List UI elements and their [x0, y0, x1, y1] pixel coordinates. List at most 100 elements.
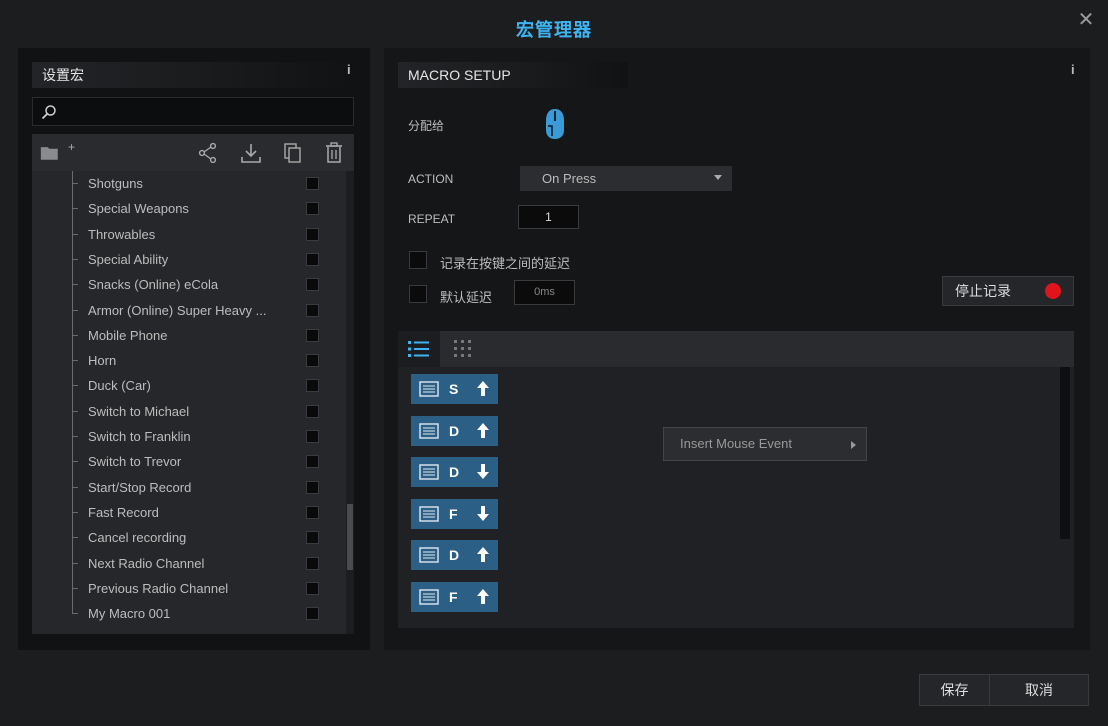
insert-mouse-event-label: Insert Mouse Event	[680, 436, 792, 451]
macro-item-checkbox[interactable]	[306, 177, 319, 190]
arrow-up-icon	[477, 381, 489, 396]
macro-item-label: Fast Record	[88, 504, 159, 520]
list-item[interactable]: Next Radio Channel	[32, 551, 342, 576]
macro-item-checkbox[interactable]	[306, 404, 319, 418]
events-scrollbar[interactable]	[1060, 367, 1070, 539]
mouse-icon[interactable]	[544, 108, 566, 140]
list-item[interactable]: Previous Radio Channel	[32, 576, 342, 601]
macro-item-checkbox[interactable]	[306, 531, 319, 545]
tree-connector-tick	[72, 183, 78, 184]
macro-item-label: Throwables	[88, 226, 156, 242]
list-item[interactable]: Throwables	[32, 222, 342, 247]
macro-item-label: Shotguns	[88, 176, 143, 191]
close-icon[interactable]: ✕	[1076, 10, 1096, 30]
macro-event-key: S	[449, 381, 459, 397]
macro-item-label: Cancel recording	[88, 530, 187, 546]
macro-item-checkbox[interactable]	[306, 202, 319, 216]
folder-add-icon[interactable]	[40, 142, 62, 164]
info-icon[interactable]: i	[1071, 62, 1075, 77]
stop-record-button[interactable]: 停止记录	[942, 276, 1074, 306]
macro-item-checkbox[interactable]	[306, 556, 319, 570]
list-item[interactable]: Mobile Phone	[32, 323, 342, 348]
macro-event[interactable]: D	[411, 457, 498, 488]
list-item[interactable]: Shotguns	[32, 171, 342, 196]
macro-item-checkbox[interactable]	[306, 278, 319, 292]
list-item[interactable]: Switch to Trevor	[32, 449, 342, 474]
macro-item-label: Mobile Phone	[88, 327, 168, 343]
macro-item-checkbox[interactable]	[306, 354, 319, 368]
macro-item-checkbox[interactable]	[306, 455, 319, 469]
info-icon[interactable]: i	[347, 62, 351, 77]
macro-item-label: Special Ability	[88, 251, 169, 267]
macro-item-label: Previous Radio Channel	[88, 580, 229, 596]
macro-item-label: Duck (Car)	[88, 378, 151, 394]
save-button[interactable]: 保存	[919, 674, 990, 706]
list-item[interactable]: Special Weapons	[32, 196, 342, 221]
trash-icon[interactable]	[323, 142, 345, 164]
macro-event[interactable]: D	[411, 540, 498, 571]
insert-mouse-event-button[interactable]: Insert Mouse Event	[663, 427, 867, 461]
list-view-icon	[408, 341, 429, 357]
macro-item-checkbox[interactable]	[306, 581, 319, 595]
list-item[interactable]: Special Ability	[32, 247, 342, 272]
arrow-down-icon	[477, 505, 489, 521]
chevron-right-icon	[851, 441, 856, 449]
macro-item-label: Armor (Online) Super Heavy ...	[88, 302, 267, 318]
cancel-button[interactable]: 取消	[989, 674, 1089, 706]
macro-item-checkbox[interactable]	[306, 505, 319, 519]
list-item[interactable]: Start/Stop Record	[32, 475, 342, 500]
tree-connector-tick	[72, 562, 78, 564]
macro-item-label: Switch to Michael	[88, 403, 190, 419]
macro-tree: Shotguns Special Weapons Throwables Special…	[32, 171, 354, 634]
list-item[interactable]: Switch to Michael	[32, 399, 342, 424]
arrow-up-icon	[477, 547, 489, 563]
action-select-value: On Press	[542, 171, 597, 186]
search-box[interactable]	[32, 97, 354, 126]
search-input[interactable]	[63, 101, 347, 124]
tree-scrollbar[interactable]	[346, 171, 354, 634]
list-item[interactable]: Switch to Franklin	[32, 424, 342, 449]
macro-event[interactable]: D	[411, 415, 498, 446]
list-item[interactable]: Fast Record	[32, 500, 342, 525]
tree-connector-tick	[72, 258, 78, 260]
list-item[interactable]: Horn	[32, 348, 342, 373]
dialog-title: 宏管理器	[516, 20, 592, 40]
macro-item-checkbox[interactable]	[306, 607, 319, 621]
copy-icon[interactable]	[282, 142, 304, 164]
grid-view-icon	[454, 340, 471, 357]
tab-grid-view[interactable]	[442, 331, 484, 367]
default-delay-checkbox[interactable]	[409, 285, 427, 303]
macro-event[interactable]: S	[411, 374, 498, 404]
record-indicator-icon	[1045, 283, 1061, 299]
default-delay-input[interactable]: 0ms	[514, 280, 575, 305]
macro-event[interactable]: F	[411, 498, 498, 529]
library-toolbar: +	[32, 134, 354, 171]
share-icon[interactable]	[197, 142, 219, 164]
macro-event-key: F	[449, 505, 458, 522]
macro-item-checkbox[interactable]	[306, 430, 319, 443]
library-header: 设置宏	[32, 62, 348, 88]
tree-connector-tick	[72, 613, 78, 615]
view-toolbar	[398, 331, 1074, 367]
list-item[interactable]: Armor (Online) Super Heavy ...	[32, 298, 342, 323]
list-item[interactable]: Duck (Car)	[32, 373, 342, 398]
list-item[interactable]: My Macro 001	[32, 601, 342, 626]
tab-list-view[interactable]	[398, 331, 440, 367]
macro-item-checkbox[interactable]	[306, 303, 319, 317]
macro-item-label: Switch to Trevor	[88, 454, 182, 470]
macro-item-checkbox[interactable]	[306, 227, 319, 241]
macro-item-checkbox[interactable]	[306, 252, 319, 266]
record-delay-label: 记录在按键之间的延迟	[440, 256, 571, 271]
repeat-label: REPEAT	[408, 212, 456, 226]
action-select[interactable]: On Press	[520, 166, 732, 191]
macro-item-checkbox[interactable]	[306, 480, 319, 494]
macro-item-checkbox[interactable]	[306, 379, 319, 393]
download-icon[interactable]	[240, 142, 262, 164]
record-delay-checkbox[interactable]	[409, 251, 427, 269]
list-item[interactable]: Cancel recording	[32, 525, 342, 550]
repeat-input[interactable]: 1	[518, 205, 579, 229]
list-item[interactable]: Snacks (Online) eCola	[32, 272, 342, 297]
tree-scrollbar-thumb[interactable]	[347, 504, 353, 570]
macro-event[interactable]: F	[411, 582, 498, 612]
macro-item-checkbox[interactable]	[306, 328, 319, 342]
